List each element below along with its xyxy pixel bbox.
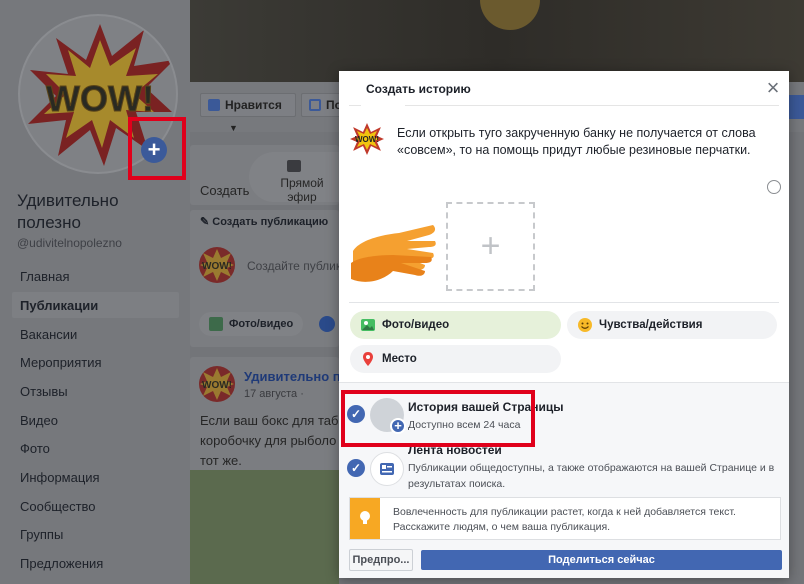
logo-text: WOW! [202, 380, 232, 391]
like-label: Нравится [225, 98, 282, 112]
composer-avatar: WOW! [199, 247, 235, 283]
location-pin-icon [363, 352, 373, 366]
title-divider [349, 105, 779, 106]
post-date[interactable]: 17 августа · [244, 388, 304, 400]
wow-logo-small: WOW! [200, 368, 234, 400]
tip-text: Вовлеченность для публикации растет, ког… [393, 506, 736, 533]
wow-logo-small: WOW! [200, 249, 234, 281]
photo-video-label: Фото/видео [382, 319, 450, 331]
lightbulb-icon [360, 511, 370, 524]
add-photo-button[interactable]: + [446, 202, 535, 291]
thumbs-up-icon [208, 99, 220, 111]
story-text-field[interactable]: Если открыть туго закрученную банку не п… [397, 125, 767, 159]
logo-text: WOW! [355, 135, 379, 144]
feelings-label: Чувства/действия [599, 319, 703, 331]
place-label: Место [382, 353, 417, 365]
right-edge-button[interactable] [789, 95, 804, 119]
logo-text: WOW! [46, 78, 154, 119]
nav-item-jobs[interactable]: Вакансии [20, 327, 77, 342]
logo-text: WOW! [202, 261, 232, 272]
create-post-header[interactable]: ✎ Создать публикацию [200, 215, 328, 228]
page-name[interactable]: Удивительно полезно [17, 190, 177, 234]
dialog-avatar: WOW! [349, 121, 385, 157]
pencil-icon: ✎ [200, 216, 213, 228]
chevron-down-icon: ▼ [229, 123, 238, 133]
share-icon [309, 99, 321, 111]
nav-item-videos[interactable]: Видео [20, 413, 58, 428]
newsfeed-avatar [370, 452, 404, 486]
engagement-tip: Вовлеченность для публикации растет, ког… [349, 497, 781, 540]
page-handle[interactable]: @udivitelnopolezno [17, 236, 122, 250]
cover-photo [190, 0, 804, 82]
composer-placeholder[interactable]: Создайте публика [247, 259, 348, 273]
photo-icon [209, 317, 223, 331]
plus-icon: + [147, 137, 161, 162]
post-author-link[interactable]: Удивительно по [244, 369, 349, 384]
cover-decoration [480, 0, 540, 30]
nav-item-groups[interactable]: Группы [20, 527, 63, 542]
newsfeed-destination-subtitle: Публикации общедоступны, а также отображ… [408, 462, 775, 490]
nav-item-community[interactable]: Сообщество [20, 499, 96, 514]
emoji-icon [578, 318, 592, 332]
camera-icon [287, 160, 301, 172]
bg-photo-video-label: Фото/видео [229, 318, 294, 330]
nav-item-offers[interactable]: Предложения [20, 556, 103, 571]
live-button[interactable]: Прямой эфир [249, 152, 339, 204]
title-tab-gap [361, 103, 405, 106]
create-label[interactable]: Создать [200, 183, 249, 198]
post-text: Если ваш бокс для таб коробочку для рыбо… [200, 413, 339, 468]
photo-video-button[interactable]: Фото/видео [350, 311, 561, 339]
feelings-button[interactable]: Чувства/действия [567, 311, 777, 339]
live-label: Прямой эфир [280, 176, 324, 204]
close-icon[interactable]: × [764, 77, 782, 99]
create-story-dialog: Создать историю × WOW! Если открыть туго… [339, 71, 789, 578]
highlight-story-destination [341, 390, 535, 447]
divider [349, 302, 779, 303]
share-now-button[interactable]: Поделиться сейчас [421, 550, 782, 570]
emoji-icon[interactable] [767, 180, 781, 194]
tip-stripe [350, 498, 380, 539]
preview-button[interactable]: Предпро... [349, 549, 413, 571]
nav-item-home[interactable]: Главная [20, 269, 69, 284]
place-button[interactable]: Место [350, 345, 561, 373]
post-image[interactable] [190, 470, 339, 584]
share-page-button[interactable]: По [301, 93, 342, 117]
plus-icon: + [480, 227, 501, 265]
newsfeed-icon [380, 463, 394, 475]
bg-photo-video-button[interactable]: Фото/видео [199, 312, 303, 336]
post-avatar: WOW! [199, 366, 235, 402]
messenger-icon[interactable] [319, 316, 335, 332]
avatar-add-story-button[interactable]: + [141, 137, 167, 163]
nav-item-photos[interactable]: Фото [20, 441, 50, 456]
nav-item-events[interactable]: Мероприятия [20, 355, 102, 370]
wow-logo-small: WOW! [350, 123, 384, 155]
nav-item-reviews[interactable]: Отзывы [20, 384, 68, 399]
dialog-title: Создать историю [366, 82, 471, 96]
like-page-button[interactable]: Нравится ▼ [200, 93, 296, 133]
nav-item-about[interactable]: Информация [20, 470, 100, 485]
gloves-photo-thumbnail[interactable] [349, 211, 437, 291]
divider [339, 382, 789, 383]
nav-item-posts[interactable]: Публикации [20, 298, 98, 313]
create-post-label: Создать публикацию [212, 216, 329, 228]
check-icon[interactable]: ✓ [347, 459, 365, 477]
photo-icon [361, 319, 375, 331]
